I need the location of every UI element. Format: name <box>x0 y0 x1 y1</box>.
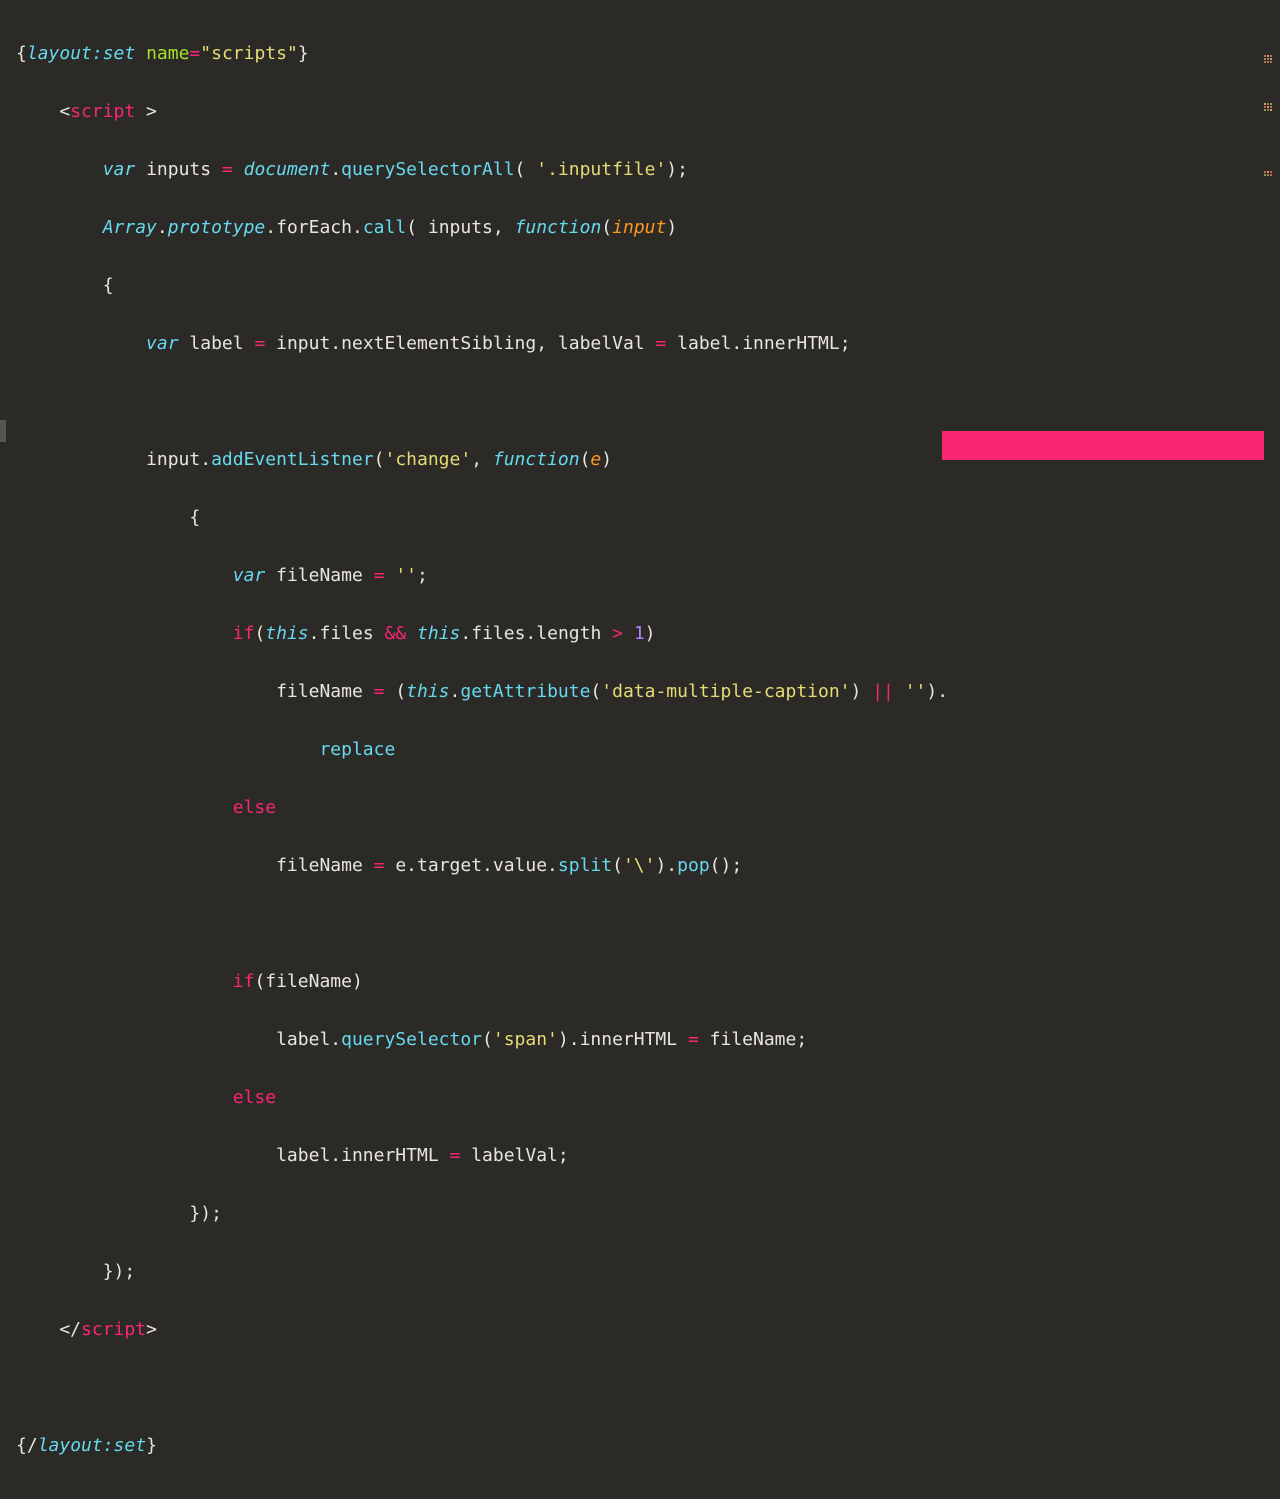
code-line[interactable]: replace <box>16 735 1280 764</box>
code-line[interactable]: }); <box>16 1257 1280 1286</box>
code-line[interactable]: input.addEventListner('change', function… <box>16 445 1280 474</box>
code-line[interactable]: label.innerHTML = labelVal; <box>16 1141 1280 1170</box>
code-line[interactable]: var label = input.nextElementSibling, la… <box>16 329 1280 358</box>
code-line[interactable] <box>16 387 1280 416</box>
code-line[interactable]: else <box>16 1083 1280 1112</box>
code-line[interactable]: Array.prototype.forEach.call( inputs, fu… <box>16 213 1280 242</box>
code-line[interactable]: </script> <box>16 1315 1280 1344</box>
code-line[interactable]: else <box>16 793 1280 822</box>
code-line[interactable]: }); <box>16 1199 1280 1228</box>
code-line[interactable] <box>16 909 1280 938</box>
code-line[interactable]: fileName = e.target.value.split('\').pop… <box>16 851 1280 880</box>
code-line[interactable]: label.querySelector('span').innerHTML = … <box>16 1025 1280 1054</box>
code-line[interactable]: var fileName = ''; <box>16 561 1280 590</box>
minimap[interactable] <box>1264 55 1278 216</box>
code-line[interactable]: var inputs = document.querySelectorAll( … <box>16 155 1280 184</box>
code-line[interactable]: { <box>16 503 1280 532</box>
code-line[interactable]: <script > <box>16 97 1280 126</box>
code-line[interactable]: {layout:set name="scripts"} <box>16 39 1280 68</box>
code-line[interactable]: fileName = (this.getAttribute('data-mult… <box>16 677 1280 706</box>
code-line[interactable] <box>16 1373 1280 1402</box>
code-editor[interactable]: {layout:set name="scripts"} <script > va… <box>0 0 1280 1499</box>
code-line[interactable]: if(this.files && this.files.length > 1) <box>16 619 1280 648</box>
code-line[interactable]: { <box>16 271 1280 300</box>
code-line[interactable]: if(fileName) <box>16 967 1280 996</box>
code-line[interactable]: {/layout:set} <box>16 1431 1280 1460</box>
